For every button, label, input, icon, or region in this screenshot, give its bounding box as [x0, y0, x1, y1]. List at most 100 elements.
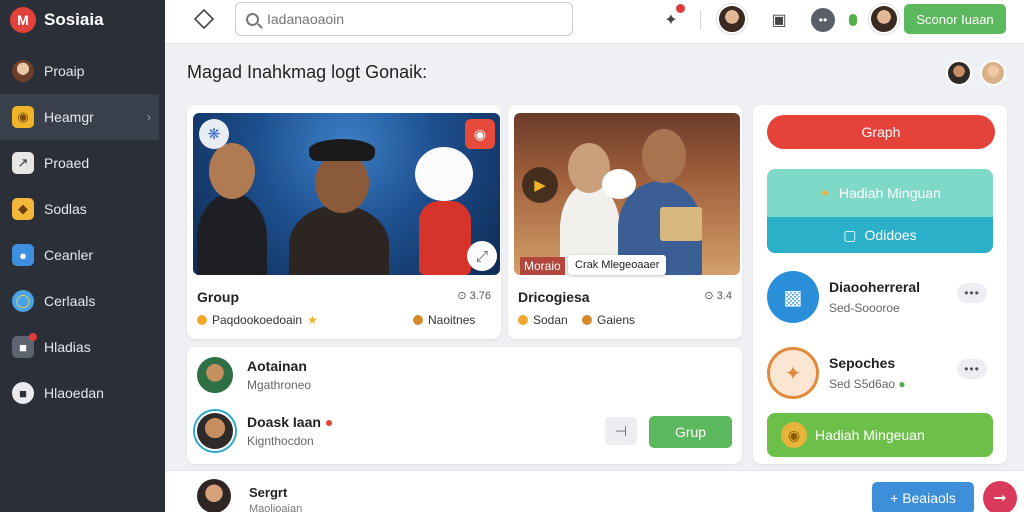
top-bar: ✦ ▣ •• Sconor Iuaan	[165, 0, 1024, 44]
play-icon[interactable]: ▶	[522, 167, 558, 203]
sidebar-item-label: Sodlas	[44, 201, 87, 217]
sidebar-item-hladias[interactable]: ■ Hladias	[0, 324, 165, 370]
sidebar-item-proaip[interactable]: Proaip	[0, 48, 165, 94]
avatar[interactable]	[946, 60, 972, 86]
list-item-subtitle: Sed-Soooroe	[829, 301, 900, 315]
status-icon	[839, 6, 867, 34]
search-icon	[246, 12, 259, 26]
medal-icon: ✦	[819, 184, 831, 201]
content-card[interactable]: ▶ Moraio Crak Mlegeoaaer Dricogiesa ⊙ 3.…	[508, 105, 742, 339]
globe-icon: ◯	[12, 290, 34, 312]
list-item[interactable]: ✦ Sepoches Sed S5d6ao ●	[767, 347, 906, 399]
person-figure	[197, 193, 267, 275]
chevron-right-icon: ›	[147, 110, 151, 124]
tag-icon: ◆	[12, 198, 34, 220]
card-tag-label: Sodan	[533, 313, 568, 327]
record-icon[interactable]: ◉	[465, 119, 495, 149]
person-face	[315, 153, 369, 213]
person-figure	[289, 205, 389, 275]
plus-icon: +	[890, 490, 903, 506]
notification-bell-icon[interactable]: ✦	[657, 4, 685, 34]
user-avatar[interactable]	[869, 4, 899, 34]
star-icon: ★	[307, 313, 318, 327]
weekly-reward-button[interactable]: ◉ Hadiah Mingeuan	[767, 413, 993, 457]
card-tag-label: Paqdookoedoain	[212, 313, 303, 327]
more-options-icon[interactable]: •••	[957, 283, 987, 303]
content-card[interactable]: ❋ ◉ ⤢ Group ⊙ 3.76 Paqdookoedoain ★ Naoi…	[187, 105, 501, 339]
list-item-name: Doask Iaan ●	[247, 414, 334, 430]
bottom-bar: Sergrt Maolioaian + Beaiaols ➞	[165, 470, 1024, 512]
flame-icon: ●	[324, 414, 334, 430]
online-dot-icon: ●	[898, 377, 906, 391]
bee-icon: ◉	[12, 106, 34, 128]
list-item[interactable]: Aotainan Mgathroneo	[195, 355, 311, 395]
sidebar-item-proaed[interactable]: ↗ Proaed	[0, 140, 165, 186]
sidebar-item-cerlaals[interactable]: ◯ Cerlaals	[0, 278, 165, 324]
overlay-label: Moraio	[520, 257, 565, 275]
notification-dot	[676, 4, 685, 13]
sidebar-item-heamgr[interactable]: ◉ Heamgr ›	[0, 94, 159, 140]
sidebar-item-label: Proaed	[44, 155, 90, 171]
header-cta-button[interactable]: Sconor Iuaan	[904, 4, 1006, 34]
group-button[interactable]: Grup	[649, 416, 732, 448]
people-icon: ●	[12, 244, 34, 266]
person-face	[209, 143, 255, 199]
list-item-subtitle: Mgathroneo	[247, 378, 312, 392]
avatar[interactable]	[717, 4, 747, 34]
overlay-tag: Crak Mlegeoaaer	[568, 255, 667, 275]
mascot-head	[602, 169, 636, 199]
box-item	[660, 207, 702, 241]
graph-button[interactable]: Graph	[767, 115, 995, 149]
divider	[700, 10, 701, 30]
bottom-subtitle: Maolioaian	[249, 503, 303, 512]
card-tag[interactable]: Sodan	[518, 313, 568, 327]
card-tag[interactable]: Paqdookoedoain ★	[197, 313, 318, 327]
block-label: Hadiah Minguan	[838, 185, 941, 201]
trophy-icon: ✦	[767, 347, 819, 399]
card-image[interactable]: ❋ ◉ ⤢	[193, 113, 500, 275]
share-icon[interactable]: ▣	[765, 6, 793, 34]
card-image[interactable]: ▶ Moraio	[514, 113, 740, 275]
card-tag[interactable]: Naoitnes	[413, 313, 475, 327]
expand-icon[interactable]: ⊣	[605, 417, 637, 445]
diamond-icon[interactable]	[193, 8, 215, 30]
list-item-text: Diaooherreral Sed-Soooroe	[829, 279, 920, 315]
card-title: Group	[197, 289, 239, 305]
sidebar-item-ceanler[interactable]: ● Ceanler	[0, 232, 165, 278]
block-label: Odidoes	[864, 227, 917, 243]
sidebar-item-label: Hlaoedan	[44, 385, 104, 401]
list-item[interactable]: Doask Iaan ● Kignthocdon	[195, 411, 333, 451]
card-tag-label: Naoitnes	[428, 313, 476, 327]
avatar[interactable]	[980, 60, 1006, 86]
mascot-body	[419, 201, 471, 275]
weekly-reward-block[interactable]: ✦ Hadiah Minguan	[767, 169, 993, 217]
search-input[interactable]	[267, 11, 557, 27]
sidebar-item-sodlas[interactable]: ◆ Sodlas	[0, 186, 165, 232]
app-name: Sosiaia	[44, 10, 104, 29]
brand-logo-icon: M	[10, 7, 36, 33]
sidebar-item-label: Ceanler	[44, 247, 94, 263]
more-options-icon[interactable]: •••	[957, 359, 987, 379]
card-meta: ⊙ 3.4	[704, 290, 732, 302]
brand[interactable]: M Sosiaia	[0, 0, 165, 40]
sidebar-nav: Proaip ◉ Heamgr › ↗ Proaed ◆ Sodlas ● Ce…	[0, 48, 165, 416]
card-tag[interactable]: Gaiens	[582, 313, 635, 327]
card-title: Dricogiesa	[518, 289, 590, 305]
odidoes-block[interactable]: ▢ Odidoes	[767, 217, 993, 253]
fab-icon[interactable]: ➞	[983, 481, 1017, 512]
list-item[interactable]: ▩ Diaooherreral Sed-Soooroe	[767, 271, 920, 323]
right-panel: Graph ✦ Hadiah Minguan ▢ Odidoes ▩ Diaoo…	[753, 105, 1007, 464]
sidebar-item-hlaoedan[interactable]: ■ Hlaoedan	[0, 370, 165, 416]
avatar[interactable]	[197, 479, 231, 512]
bottom-action-button[interactable]: + Beaiaols	[872, 482, 974, 512]
sidebar-item-label: Proaip	[44, 63, 85, 79]
chat-icon: ■	[12, 382, 34, 404]
hat-icon	[309, 139, 375, 161]
coin-icon	[518, 315, 528, 325]
list-item-name: Diaooherreral	[829, 279, 921, 295]
more-circle-icon[interactable]: ••	[809, 6, 837, 34]
sidebar-item-label: Hladias	[44, 339, 91, 355]
search-box[interactable]	[235, 2, 573, 36]
shrink-icon[interactable]: ⤢	[467, 241, 497, 271]
mascot-head	[415, 147, 473, 201]
